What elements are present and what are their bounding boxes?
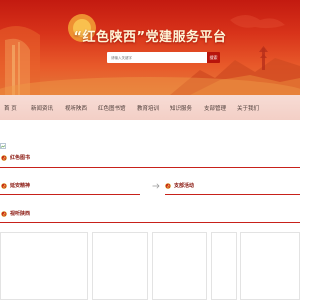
video-card[interactable] bbox=[211, 232, 237, 300]
section-divider bbox=[0, 167, 300, 168]
section-divider bbox=[0, 194, 140, 195]
video-card[interactable] bbox=[152, 232, 207, 300]
section-spirit-header: 延安精神 bbox=[1, 182, 30, 189]
banner-landscape-illustration bbox=[0, 14, 300, 95]
header-banner: “红色陕西”党建服务平台 搜索 bbox=[0, 0, 300, 95]
search-button[interactable]: 搜索 bbox=[207, 52, 220, 63]
section-red-library-header: 红色图书 bbox=[1, 154, 30, 161]
party-emblem-icon bbox=[1, 210, 7, 217]
section-divider bbox=[165, 194, 300, 195]
section-divider bbox=[0, 222, 300, 223]
video-card[interactable] bbox=[92, 232, 148, 300]
section-title-red-library[interactable]: 红色图书 bbox=[10, 154, 30, 161]
section-activities-header: 支部活动 bbox=[165, 182, 194, 189]
video-card[interactable] bbox=[0, 232, 88, 300]
section-audio-video-header: 视听陕西 bbox=[1, 210, 30, 217]
section-title-audio-video[interactable]: 视听陕西 bbox=[10, 210, 30, 217]
nav-item-home[interactable]: 首 页 bbox=[4, 104, 31, 112]
video-card[interactable] bbox=[240, 232, 300, 300]
arrow-right-icon[interactable] bbox=[152, 183, 160, 189]
party-emblem-icon bbox=[165, 182, 171, 189]
party-emblem-icon bbox=[1, 154, 7, 161]
main-nav: 首 页 新闻资讯 视听陕西 红色图书馆 教育培训 知识服务 支部管理 关于我们 bbox=[0, 95, 300, 120]
nav-item-knowledge[interactable]: 知识服务 bbox=[170, 104, 204, 112]
search-input[interactable] bbox=[107, 52, 207, 63]
nav-item-audio-video[interactable]: 视听陕西 bbox=[65, 104, 98, 112]
site-title: “红色陕西”党建服务平台 bbox=[73, 30, 227, 45]
party-emblem-icon bbox=[1, 182, 7, 189]
nav-item-news[interactable]: 新闻资讯 bbox=[31, 104, 65, 112]
section-title-spirit[interactable]: 延安精神 bbox=[10, 182, 30, 189]
section-title-activities[interactable]: 支部活动 bbox=[174, 182, 194, 189]
nav-item-education[interactable]: 教育培训 bbox=[137, 104, 170, 112]
nav-item-about[interactable]: 关于我们 bbox=[237, 104, 259, 112]
search-box: 搜索 bbox=[107, 52, 220, 63]
nav-item-red-library[interactable]: 红色图书馆 bbox=[98, 104, 137, 112]
broken-image-icon bbox=[0, 143, 6, 149]
nav-item-branch-management[interactable]: 支部管理 bbox=[204, 104, 237, 112]
